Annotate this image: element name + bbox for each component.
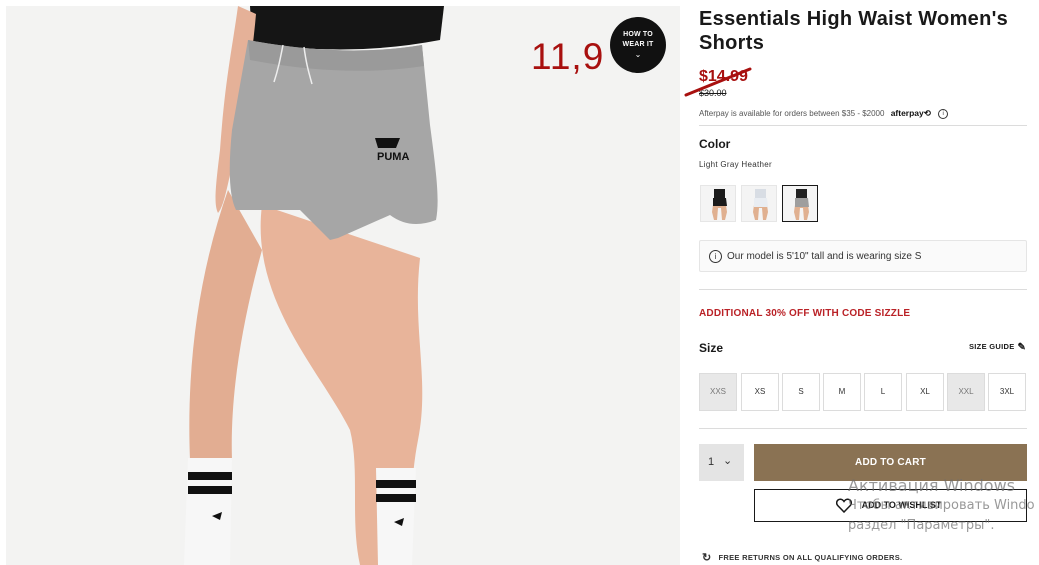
how-to-wear-button[interactable]: HOW TO WEAR IT ⌄	[610, 17, 666, 73]
divider	[699, 428, 1027, 429]
model-photo: PUMA	[184, 6, 444, 565]
swatch-thumbnail	[794, 189, 809, 220]
svg-text:PUMA: PUMA	[377, 151, 409, 163]
size-option-xs[interactable]: XS	[741, 373, 779, 411]
size-option-l[interactable]: L	[864, 373, 902, 411]
size-option-m[interactable]: M	[823, 373, 861, 411]
afterpay-text: Afterpay is available for orders between…	[699, 109, 885, 118]
how-to-wear-line2: WEAR IT	[622, 41, 654, 48]
wishlist-label: ADD TO WISHLIST	[861, 500, 942, 510]
quantity-value: 1	[708, 456, 715, 468]
promo-message: ADDITIONAL 30% OFF WITH CODE SIZZLE	[699, 308, 911, 319]
afterpay-logo: afterpay⟲	[890, 108, 931, 118]
color-label: Color	[699, 137, 731, 151]
info-icon: i	[709, 250, 722, 263]
how-to-wear-line1: HOW TO	[623, 31, 653, 38]
swatch-thumbnail	[753, 189, 768, 220]
size-guide-label: SIZE GUIDE	[969, 342, 1015, 351]
size-option-xl[interactable]: XL	[906, 373, 944, 411]
divider	[699, 125, 1027, 126]
color-swatch-light-gray-heather[interactable]	[782, 185, 818, 222]
product-image[interactable]: PUMA 11,9 HOW TO WEAR IT ⌄	[0, 0, 680, 565]
size-option-s[interactable]: S	[782, 373, 820, 411]
color-value: Light Gray Heather	[699, 160, 772, 169]
add-to-wishlist-button[interactable]: ADD TO WISHLIST	[754, 489, 1027, 522]
color-swatch-white[interactable]	[741, 185, 777, 222]
info-icon[interactable]: i	[938, 108, 949, 119]
size-label: Size	[699, 341, 724, 355]
free-returns-note: ↻ FREE RETURNS ON ALL QUALIFYING ORDERS.	[702, 551, 902, 564]
model-size-note: i Our model is 5'10" tall and is wearing…	[699, 240, 1027, 272]
size-option-xxs[interactable]: XXS	[699, 373, 737, 411]
hand-drawn-strikethrough	[684, 67, 752, 97]
size-guide-link[interactable]: SIZE GUIDE ✎	[969, 342, 1026, 353]
returns-icon: ↻	[702, 552, 712, 564]
chevron-down-icon: ⌄	[723, 455, 733, 467]
returns-text: FREE RETURNS ON ALL QUALIFYING ORDERS.	[718, 553, 903, 562]
price-annotation: 11,9	[531, 36, 605, 77]
afterpay-note: Afterpay is available for orders between…	[699, 108, 949, 119]
heart-icon	[836, 498, 852, 513]
divider	[699, 289, 1027, 290]
quantity-select[interactable]: 1 ⌄	[699, 444, 744, 481]
size-option-xxl[interactable]: XXL	[947, 373, 985, 411]
chevron-down-icon: ⌄	[634, 50, 642, 59]
color-swatch-black[interactable]	[700, 185, 736, 222]
size-option-3xl[interactable]: 3XL	[988, 373, 1026, 411]
product-title: Essentials High Waist Women's Shorts	[699, 8, 1009, 54]
pencil-icon: ✎	[1017, 342, 1027, 353]
swatch-thumbnail	[712, 189, 727, 220]
model-note-text: Our model is 5'10" tall and is wearing s…	[727, 251, 922, 262]
add-to-cart-button[interactable]: ADD TO CART	[754, 444, 1027, 481]
